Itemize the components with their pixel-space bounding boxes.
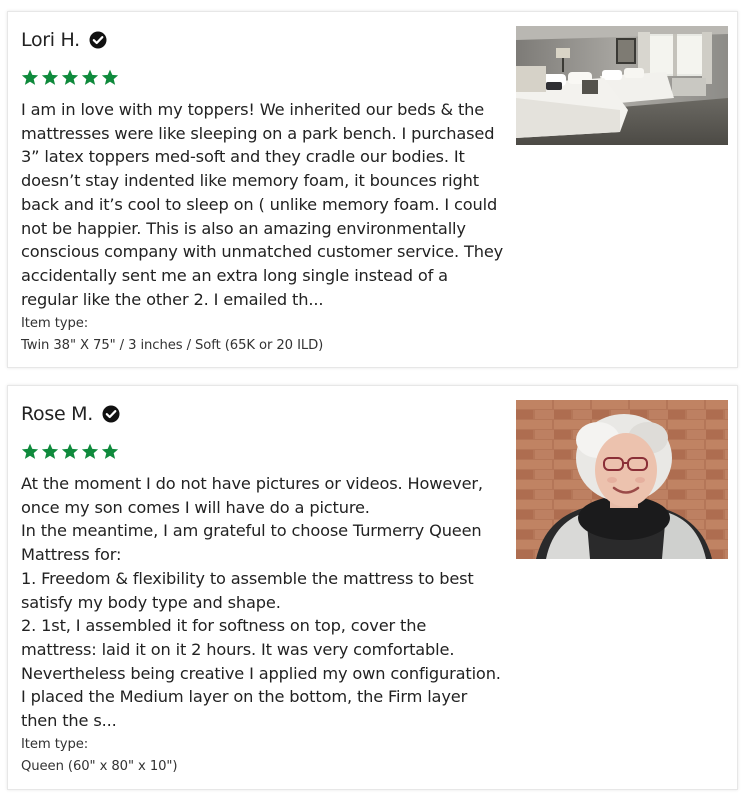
star-icon (101, 443, 119, 459)
star-icon (61, 69, 79, 85)
review-text: At the moment I do not have pictures or … (21, 474, 501, 731)
reviewer-header: Rose M. (21, 400, 120, 428)
star-rating (21, 69, 119, 86)
bedroom-photo[interactable] (516, 26, 728, 145)
star-rating (21, 443, 119, 460)
item-type-value: Queen (60" x 80" x 10") (21, 759, 178, 774)
star-icon (41, 69, 59, 85)
reviewer-name: Lori H. (21, 29, 80, 51)
reviewer-name: Rose M. (21, 403, 93, 425)
star-icon (21, 69, 39, 85)
check-circle-icon (102, 405, 120, 423)
reviewer-portrait-photo[interactable] (516, 400, 728, 559)
star-icon (61, 443, 79, 459)
item-type-value: Twin 38" X 75" / 3 inches / Soft (65K or… (21, 338, 324, 353)
star-icon (101, 69, 119, 85)
item-type-label: Item type: (21, 737, 89, 752)
item-type-label: Item type: (21, 316, 89, 331)
star-icon (41, 443, 59, 459)
review-card: Rose M. At the moment I do not have pict… (7, 385, 738, 790)
check-circle-icon (89, 31, 107, 49)
review-card: Lori H. I am in love with my toppers! We… (7, 11, 738, 368)
star-icon (81, 443, 99, 459)
star-icon (81, 69, 99, 85)
reviewer-header: Lori H. (21, 26, 107, 54)
star-icon (21, 443, 39, 459)
review-text: I am in love with my toppers! We inherit… (21, 100, 504, 309)
